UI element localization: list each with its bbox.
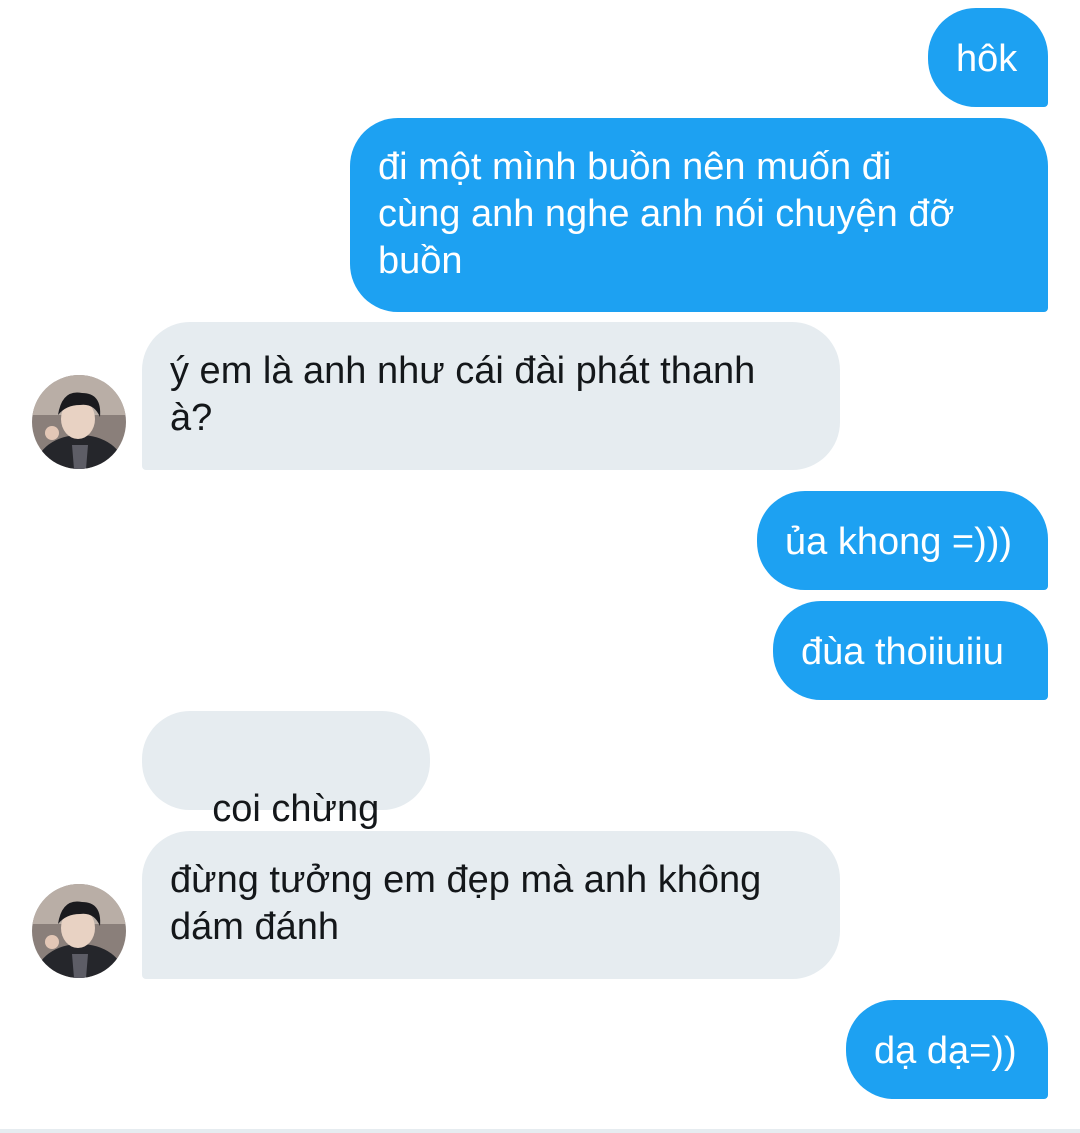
contact-avatar[interactable] [32,375,126,469]
avatar-photo-icon [32,884,126,978]
incoming-message-bubble[interactable]: coi chừng [142,711,430,924]
composer-divider [0,1129,1080,1133]
outgoing-message-bubble[interactable]: ủa khong =))) [757,491,1048,590]
incoming-message-bubble[interactable]: ý em là anh như cái đài phát thanh à? [142,322,840,470]
outgoing-message-bubble[interactable]: đi một mình buồn nên muốn đi cùng anh ng… [350,118,1048,312]
avatar-photo-icon [32,375,126,469]
outgoing-message-bubble[interactable]: đùa thoiiuiiu [773,601,1048,700]
contact-avatar[interactable] [32,884,126,978]
incoming-message-bubble[interactable]: đừng tưởng em đẹp mà anh không dám đánh [142,831,840,979]
message-text: coi chừng [212,788,380,830]
outgoing-message-bubble[interactable]: dạ dạ=)) [846,1000,1048,1099]
message-thread: hôk đi một mình buồn nên muốn đi cùng an… [0,0,1080,1133]
outgoing-message-bubble[interactable]: hôk [928,8,1048,107]
